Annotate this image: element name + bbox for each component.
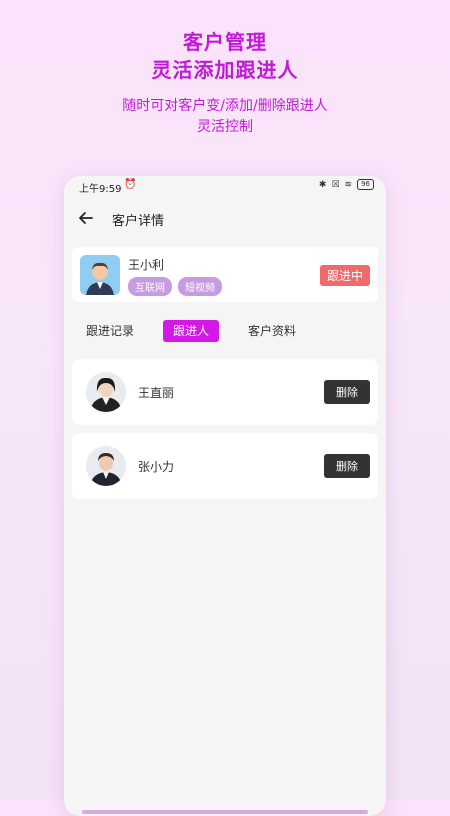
customer-avatar	[80, 255, 120, 295]
alarm-icon: ⏰	[124, 179, 137, 190]
promo-title-line2: 灵活添加跟进人	[151, 58, 299, 82]
promo-title-line1: 客户管理	[183, 30, 267, 54]
follower-avatar	[86, 446, 126, 486]
bluetooth-icon: ✱	[318, 179, 327, 190]
wifi-icon: ≋	[344, 179, 353, 190]
promo-sub-line1: 随时可对客户变/添加/删除跟进人	[122, 98, 328, 114]
follower-row: 王直丽 删除	[72, 359, 378, 425]
status-badge: 跟进中	[319, 265, 370, 286]
customer-name: 王小利	[128, 258, 165, 272]
page-title: 客户详情	[112, 214, 165, 229]
tag: 互联网	[128, 277, 172, 296]
follower-avatar	[86, 372, 126, 412]
back-arrow-icon[interactable]	[76, 208, 96, 228]
follower-name: 王直丽	[138, 386, 175, 400]
promo-sub-line2: 灵活控制	[197, 119, 253, 135]
sim-icon: ☒	[331, 179, 340, 190]
tab-follow-records[interactable]: 跟进记录	[86, 320, 134, 342]
status-bar: 上午9:59 ⏰ ✱ ☒ ≋ 96	[64, 176, 386, 196]
customer-card[interactable]: 王小利 互联网 短视频 跟进中	[72, 247, 378, 302]
promo-subtitle: 随时可对客户变/添加/删除跟进人 灵活控制	[0, 96, 450, 138]
promo-title: 客户管理 灵活添加跟进人	[0, 28, 450, 84]
nav-bar: 客户详情	[64, 206, 386, 234]
tab-customer-info[interactable]: 客户资料	[248, 320, 296, 342]
battery-icon: 96	[357, 179, 374, 190]
delete-button[interactable]: 删除	[324, 454, 370, 478]
delete-button[interactable]: 删除	[324, 380, 370, 404]
follower-name: 张小力	[138, 460, 175, 474]
follower-row: 张小力 删除	[72, 433, 378, 499]
status-icons: ✱ ☒ ≋ 96	[319, 179, 374, 190]
tag: 短视频	[178, 277, 222, 296]
tab-bar: 跟进记录 跟进人 客户资料	[64, 320, 386, 344]
bottom-bar	[82, 810, 368, 814]
status-time: 上午9:59	[79, 184, 122, 195]
tab-followers[interactable]: 跟进人	[163, 320, 220, 342]
phone-screen: 上午9:59 ⏰ ✱ ☒ ≋ 96 客户详情 王小利 互联网 短视频 跟进中 跟…	[64, 176, 386, 816]
customer-tags: 互联网 短视频	[128, 277, 222, 296]
